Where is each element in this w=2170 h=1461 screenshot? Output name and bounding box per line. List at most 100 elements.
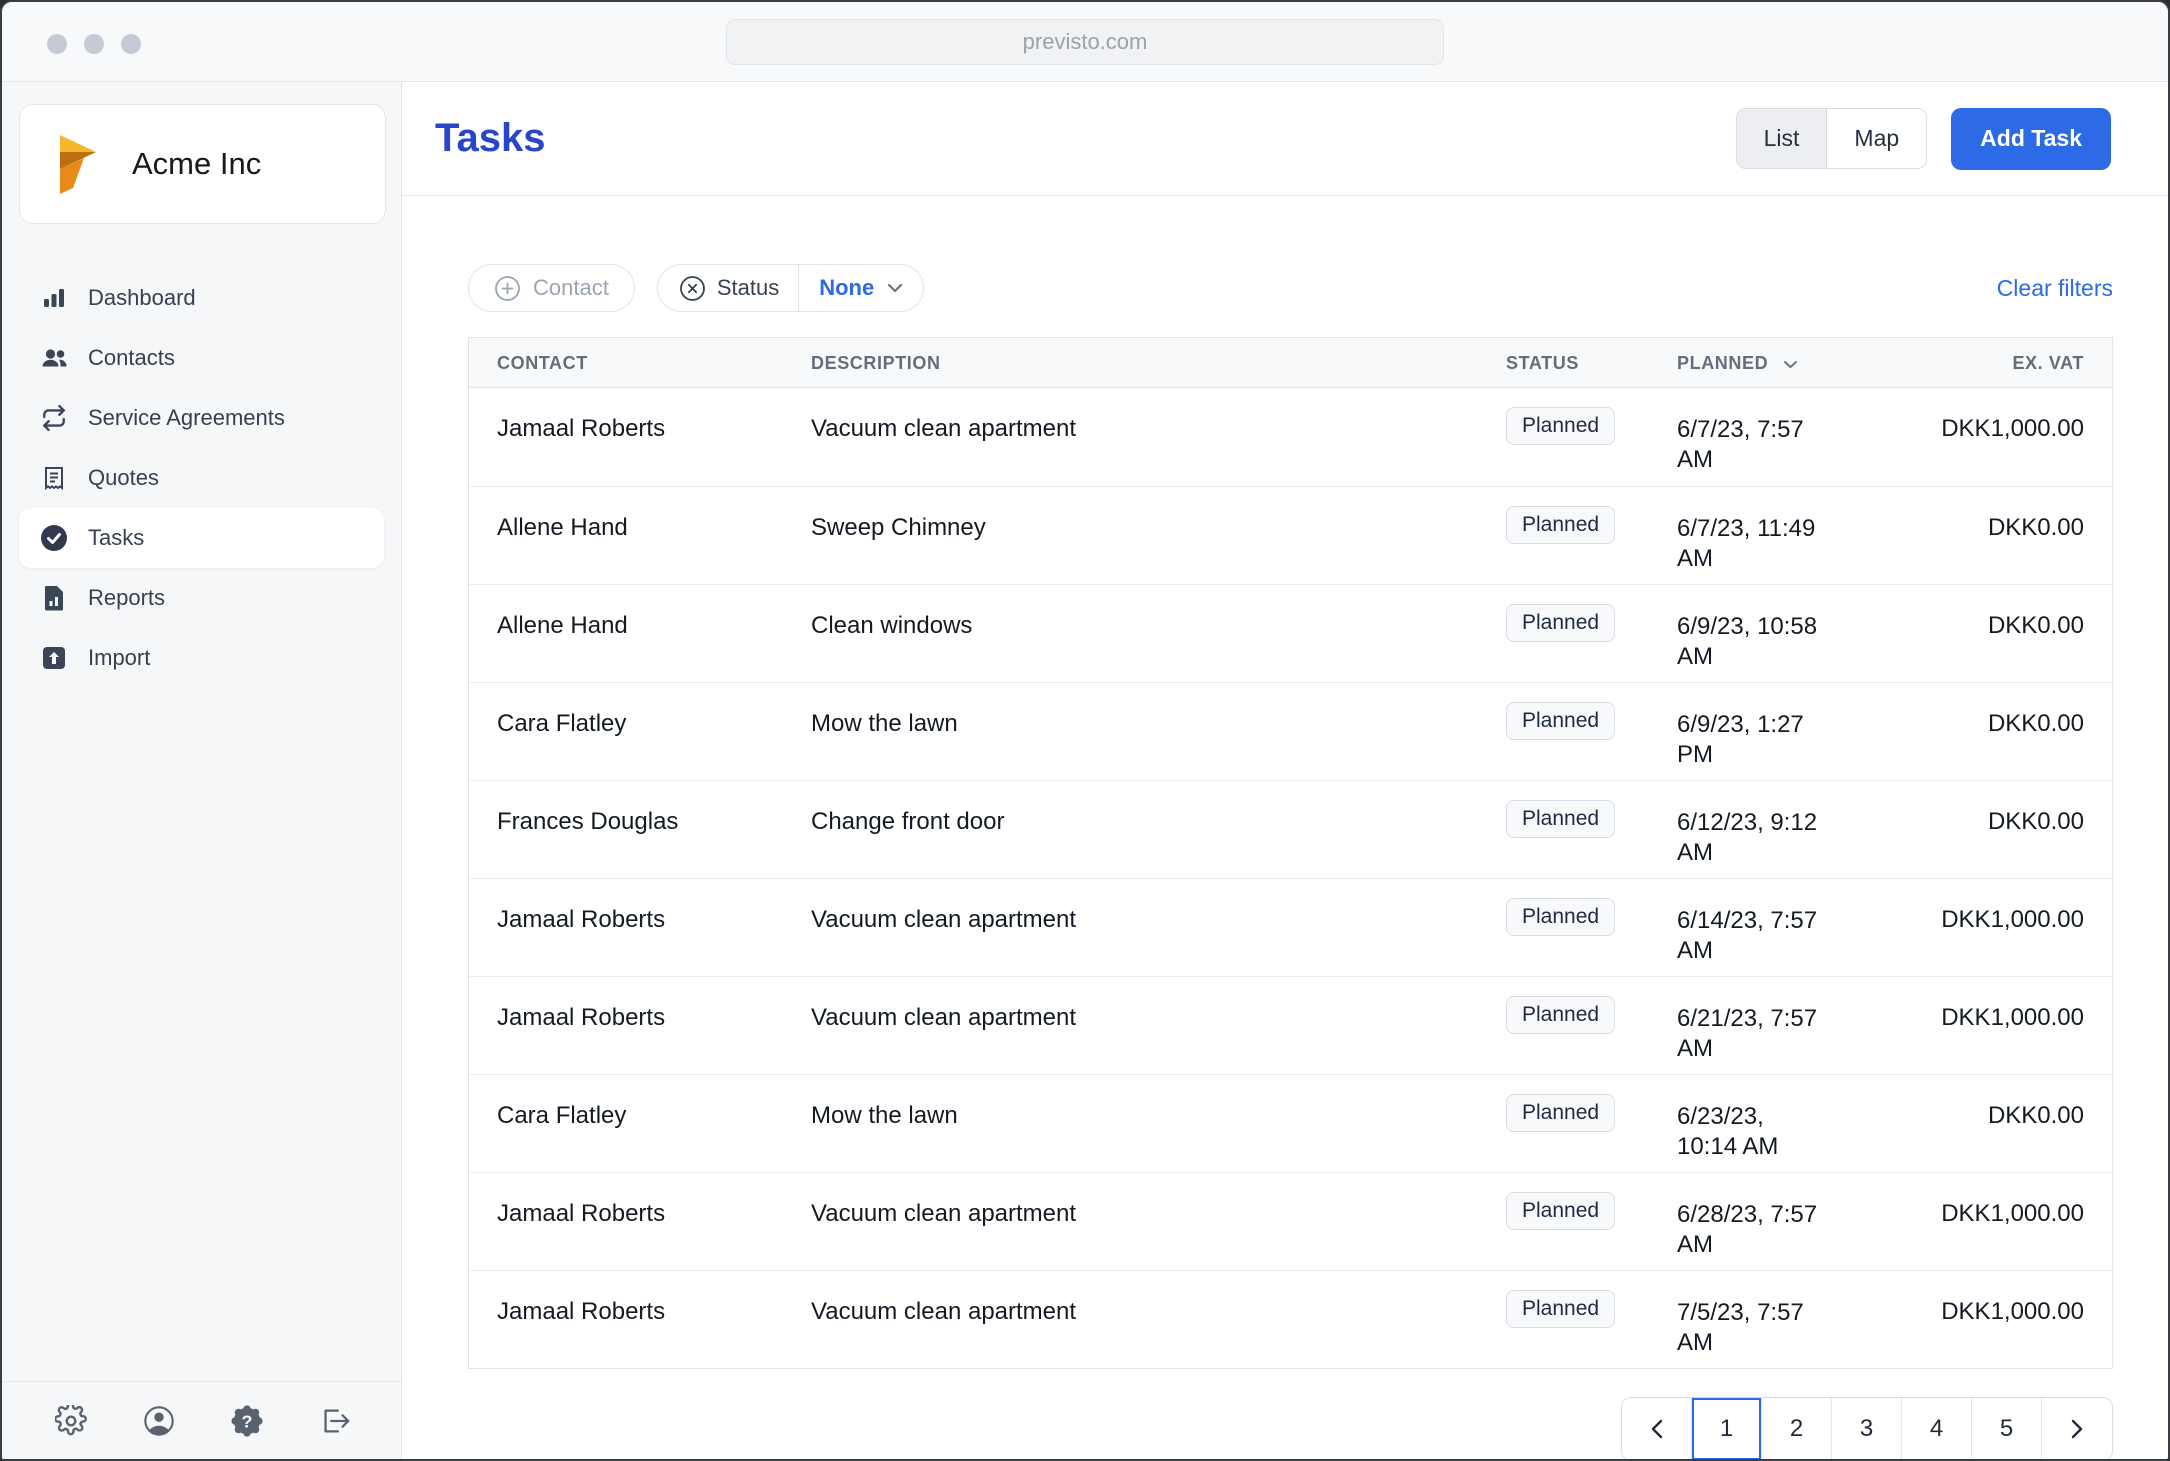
status-filter-value: None <box>819 275 874 301</box>
status-badge: Planned <box>1506 506 1615 544</box>
sidebar-item-service-agreements[interactable]: Service Agreements <box>2 388 401 448</box>
status-filter-remove[interactable]: Status <box>658 265 789 311</box>
pagination-page-1[interactable]: 1 <box>1692 1398 1762 1460</box>
table-row[interactable]: Allene Hand Sweep Chimney Planned 6/7/23… <box>469 486 2112 584</box>
status-badge: Planned <box>1506 800 1615 838</box>
cell-contact: Allene Hand <box>469 486 811 584</box>
sidebar-item-dashboard[interactable]: Dashboard <box>2 268 401 328</box>
table-row[interactable]: Jamaal Roberts Vacuum clean apartment Pl… <box>469 878 2112 976</box>
sidebar-item-label: Import <box>88 645 150 671</box>
company-name: Acme Inc <box>132 146 261 182</box>
clear-filters-link[interactable]: Clear filters <box>1997 275 2113 302</box>
table-header-row: CONTACT DESCRIPTION STATUS PLANNED EX. V… <box>469 338 2112 388</box>
cell-status: Planned <box>1506 1270 1677 1368</box>
settings-gear-icon[interactable] <box>54 1404 88 1438</box>
table-row[interactable]: Frances Douglas Change front door Planne… <box>469 780 2112 878</box>
status-filter-value-dropdown[interactable]: None <box>799 265 923 311</box>
previsto-logo-icon <box>50 132 108 196</box>
check-circle-icon <box>40 524 68 552</box>
cell-planned: 6/28/23, 7:57 AM <box>1677 1172 1869 1270</box>
status-filter-label: Status <box>717 275 779 301</box>
cell-ex-vat: DKK0.00 <box>1869 486 2112 584</box>
sidebar-nav: Dashboard Contacts <box>2 268 401 688</box>
cell-contact: Jamaal Roberts <box>469 976 811 1074</box>
help-icon[interactable]: ? <box>230 1404 264 1438</box>
pagination-page-3[interactable]: 3 <box>1832 1398 1902 1460</box>
cell-description: Mow the lawn <box>811 1074 1506 1172</box>
table-row[interactable]: Jamaal Roberts Vacuum clean apartment Pl… <box>469 1172 2112 1270</box>
chevron-down-icon <box>1783 360 1798 369</box>
cell-status: Planned <box>1506 388 1677 486</box>
cell-planned: 6/7/23, 7:57 AM <box>1677 388 1869 486</box>
cell-contact: Jamaal Roberts <box>469 878 811 976</box>
table-row[interactable]: Cara Flatley Mow the lawn Planned 6/9/23… <box>469 682 2112 780</box>
cell-status: Planned <box>1506 682 1677 780</box>
view-toggle-list[interactable]: List <box>1737 109 1828 168</box>
column-header-status: STATUS <box>1506 338 1677 388</box>
window-dot-icon <box>84 34 104 54</box>
page-title: Tasks <box>435 116 545 161</box>
sidebar-item-label: Service Agreements <box>88 405 285 431</box>
chevron-down-icon <box>887 283 903 293</box>
pagination-page-5[interactable]: 5 <box>1972 1398 2042 1460</box>
window-dot-icon <box>47 34 67 54</box>
chevron-left-icon <box>1651 1419 1663 1439</box>
cell-planned: 6/14/23, 7:57 AM <box>1677 878 1869 976</box>
table-row[interactable]: Jamaal Roberts Vacuum clean apartment Pl… <box>469 388 2112 486</box>
status-badge: Planned <box>1506 1192 1615 1230</box>
view-toggle-map[interactable]: Map <box>1827 109 1926 168</box>
repeat-icon <box>40 405 68 431</box>
cell-ex-vat: DKK1,000.00 <box>1869 388 2112 486</box>
status-badge: Planned <box>1506 1290 1615 1328</box>
pagination-prev-button[interactable] <box>1622 1398 1692 1460</box>
pagination: 1 2 3 4 5 <box>1621 1397 2113 1461</box>
cell-description: Vacuum clean apartment <box>811 976 1506 1074</box>
sidebar: Acme Inc Dashboard <box>2 82 402 1459</box>
table-row[interactable]: Cara Flatley Mow the lawn Planned 6/23/2… <box>469 1074 2112 1172</box>
cell-description: Change front door <box>811 780 1506 878</box>
sidebar-footer: ? <box>2 1381 401 1459</box>
company-card[interactable]: Acme Inc <box>19 104 386 224</box>
url-bar[interactable]: previsto.com <box>726 19 1444 65</box>
sidebar-item-contacts[interactable]: Contacts <box>2 328 401 388</box>
cell-contact: Cara Flatley <box>469 682 811 780</box>
sidebar-item-tasks[interactable]: Tasks <box>19 508 384 568</box>
report-doc-icon <box>40 585 68 611</box>
sidebar-item-reports[interactable]: Reports <box>2 568 401 628</box>
cell-planned: 6/23/23, 10:14 AM <box>1677 1074 1869 1172</box>
cell-ex-vat: DKK1,000.00 <box>1869 976 2112 1074</box>
table-row[interactable]: Jamaal Roberts Vacuum clean apartment Pl… <box>469 1270 2112 1368</box>
cell-contact: Jamaal Roberts <box>469 1172 811 1270</box>
page-header: Tasks List Map Add Task <box>402 82 2168 196</box>
main-content: Tasks List Map Add Task <box>402 82 2168 1459</box>
plus-circle-icon <box>494 275 521 302</box>
svg-text:?: ? <box>242 1411 253 1431</box>
status-badge: Planned <box>1506 898 1615 936</box>
cell-ex-vat: DKK1,000.00 <box>1869 1270 2112 1368</box>
app-window: previsto.com Acme Inc <box>0 0 2170 1461</box>
column-header-planned-sort[interactable]: PLANNED <box>1677 338 1869 388</box>
contact-filter-button[interactable]: Contact <box>468 264 635 312</box>
receipt-icon <box>40 465 68 491</box>
column-header-ex-vat: EX. VAT <box>1869 338 2112 388</box>
sidebar-item-import[interactable]: Import <box>2 628 401 688</box>
cell-ex-vat: DKK1,000.00 <box>1869 878 2112 976</box>
people-icon <box>40 345 68 371</box>
pagination-next-button[interactable] <box>2042 1398 2112 1460</box>
pagination-page-4[interactable]: 4 <box>1902 1398 1972 1460</box>
sidebar-item-quotes[interactable]: Quotes <box>2 448 401 508</box>
cell-planned: 6/7/23, 11:49 AM <box>1677 486 1869 584</box>
cell-ex-vat: DKK0.00 <box>1869 682 2112 780</box>
sidebar-item-label: Contacts <box>88 345 175 371</box>
cell-contact: Jamaal Roberts <box>469 388 811 486</box>
pagination-page-2[interactable]: 2 <box>1762 1398 1832 1460</box>
status-badge: Planned <box>1506 407 1615 445</box>
account-user-icon[interactable] <box>142 1404 176 1438</box>
sign-out-icon[interactable] <box>318 1404 352 1438</box>
add-task-button[interactable]: Add Task <box>1951 108 2111 170</box>
table-row[interactable]: Allene Hand Clean windows Planned 6/9/23… <box>469 584 2112 682</box>
bar-chart-icon <box>40 285 68 311</box>
cell-status: Planned <box>1506 780 1677 878</box>
x-circle-icon <box>679 275 706 302</box>
table-row[interactable]: Jamaal Roberts Vacuum clean apartment Pl… <box>469 976 2112 1074</box>
